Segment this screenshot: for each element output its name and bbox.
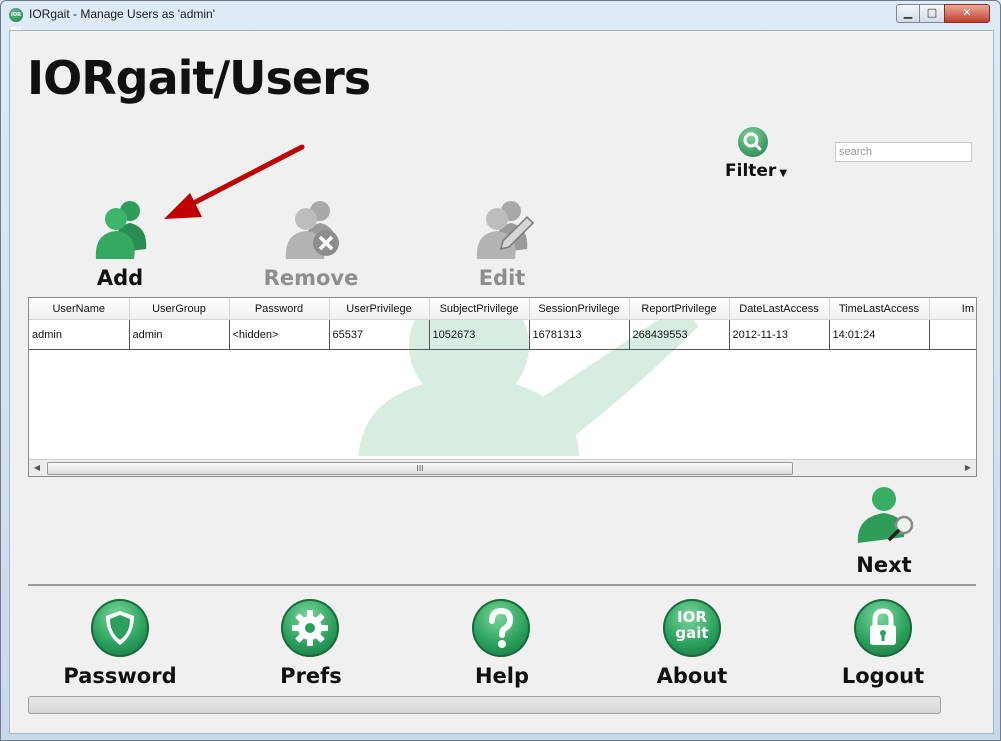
table-cell[interactable]: 1052673	[429, 319, 530, 350]
scroll-left-icon[interactable]: ◀	[29, 461, 45, 475]
edit-button[interactable]: Edit	[432, 266, 572, 290]
about-button[interactable]: About	[622, 664, 762, 688]
search-icon[interactable]	[738, 127, 768, 157]
column-header[interactable]: SubjectPrivilege	[429, 298, 530, 320]
table-cell[interactable]: 268439553	[629, 319, 730, 350]
title-bar[interactable]: IOR gait IORgait - Manage Users as 'admi…	[1, 1, 1000, 32]
shield-icon[interactable]	[91, 599, 149, 657]
users-grid: UserName UserGroup Password UserPrivileg…	[29, 298, 976, 350]
prefs-button[interactable]: Prefs	[241, 664, 381, 688]
column-header[interactable]: UserName	[29, 298, 130, 320]
lock-icon[interactable]	[854, 599, 912, 657]
column-header[interactable]: SessionPrivilege	[529, 298, 630, 320]
about-icon-text-ior: IOR	[677, 608, 707, 626]
add-button[interactable]: Add	[50, 266, 190, 290]
divider	[28, 584, 976, 586]
column-header[interactable]: UserPrivilege	[329, 298, 430, 320]
column-header[interactable]: UserGroup	[129, 298, 230, 320]
horizontal-scrollbar[interactable]: ◀ III ▶	[29, 459, 976, 476]
app-window: IOR gait IORgait - Manage Users as 'admi…	[0, 0, 1001, 741]
help-button[interactable]: Help	[432, 664, 572, 688]
ior-gait-logo-icon[interactable]: IOR gait	[663, 599, 721, 657]
logout-button[interactable]: Logout	[813, 664, 953, 688]
about-icon-text: IOR gait	[663, 609, 721, 641]
table-cell[interactable]: <hidden>	[229, 319, 330, 350]
chevron-down-icon: ▼	[779, 168, 788, 179]
add-user-icon[interactable]	[90, 197, 154, 265]
table-cell[interactable]: admin	[29, 319, 130, 350]
edit-user-icon	[471, 197, 535, 265]
table-row[interactable]: admin admin <hidden> 65537 1052673 16781…	[29, 319, 976, 350]
close-button[interactable]: ✕	[944, 4, 990, 23]
minimize-button[interactable]: ▁	[896, 4, 920, 23]
filter-button[interactable]: Filter ▼	[725, 161, 787, 181]
column-header[interactable]: Password	[229, 298, 330, 320]
about-icon-text-gait: gait	[675, 624, 709, 642]
users-table[interactable]: UserName UserGroup Password UserPrivileg…	[28, 297, 977, 477]
scroll-thumb[interactable]: III	[47, 462, 793, 475]
question-icon[interactable]	[472, 599, 530, 657]
column-header[interactable]: ReportPrivilege	[629, 298, 730, 320]
maximize-button[interactable]: □	[919, 4, 945, 23]
next-user-search-icon[interactable]	[850, 483, 914, 551]
table-cell[interactable]: 2012-11-13	[729, 319, 830, 350]
search-input[interactable]	[835, 142, 972, 162]
table-cell[interactable]: admin	[129, 319, 230, 350]
remove-button[interactable]: Remove	[241, 266, 381, 290]
table-cell[interactable]	[929, 319, 976, 350]
app-icon: IOR gait	[9, 8, 23, 32]
table-header-row: UserName UserGroup Password UserPrivileg…	[29, 298, 976, 320]
filter-label: Filter	[725, 161, 777, 181]
scroll-right-icon[interactable]: ▶	[960, 461, 976, 475]
table-cell[interactable]: 65537	[329, 319, 430, 350]
table-cell[interactable]: 14:01:24	[829, 319, 930, 350]
client-area: IORgait/Users Filter▼ Add	[9, 30, 994, 734]
page-title: IORgait/Users	[27, 51, 371, 105]
window-title: IORgait - Manage Users as 'admin'	[29, 7, 215, 21]
progress-bar	[28, 696, 941, 714]
column-header[interactable]: Im	[929, 298, 976, 320]
column-header[interactable]: DateLastAccess	[729, 298, 830, 320]
password-button[interactable]: Password	[50, 664, 190, 688]
table-cell[interactable]: 16781313	[529, 319, 630, 350]
remove-user-icon	[280, 197, 344, 265]
gear-icon[interactable]	[281, 599, 339, 657]
column-header[interactable]: TimeLastAccess	[829, 298, 930, 320]
next-button[interactable]: Next	[814, 553, 954, 577]
